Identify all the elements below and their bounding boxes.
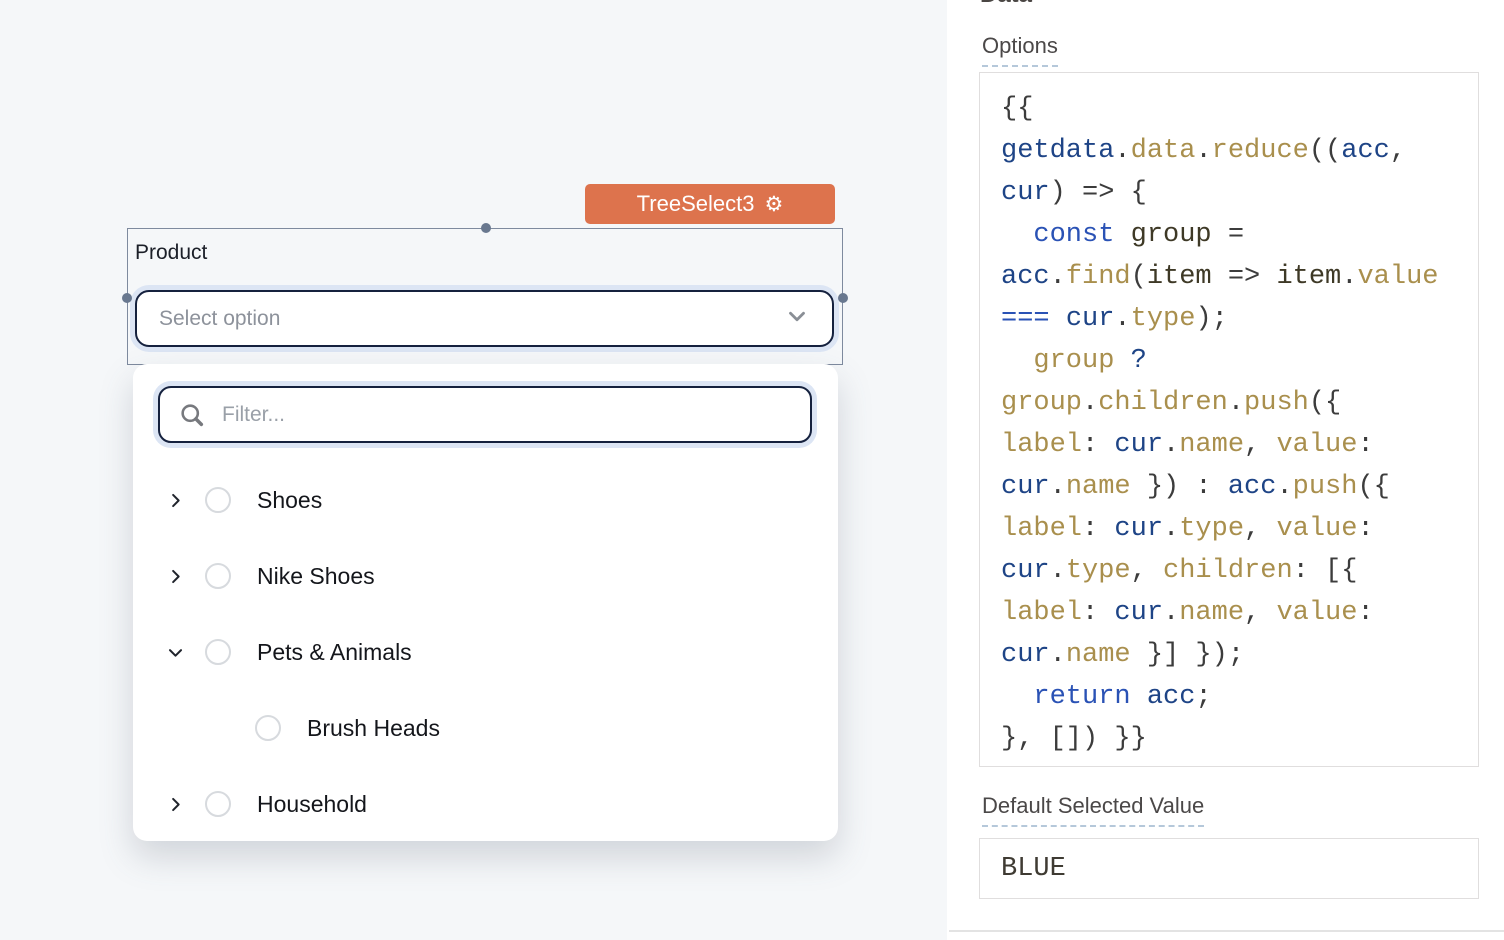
code-line: acc.find(item => item.value (1001, 256, 1457, 298)
resize-handle-right[interactable] (838, 293, 848, 303)
tree-item-pets-animals[interactable]: Pets & Animals (133, 614, 838, 690)
code-line: === cur.type); (1001, 298, 1457, 340)
code-line: cur.type, children: [{ (1001, 550, 1457, 592)
tree-item-label: Pets & Animals (257, 639, 412, 666)
radio-button[interactable] (205, 563, 231, 589)
tree-item-label: Household (257, 791, 367, 818)
tree-item-household[interactable]: Household (133, 766, 838, 842)
chevron-down-icon[interactable] (165, 642, 185, 662)
tree-item-label: Shoes (257, 487, 322, 514)
code-line: getdata.data.reduce((acc, (1001, 130, 1457, 172)
code-line: return acc; (1001, 676, 1457, 718)
section-title-data: Data (980, 0, 1032, 9)
code-line: label: cur.name, value: (1001, 424, 1457, 466)
resize-handle-top[interactable] (481, 223, 491, 233)
code-line: {{ (1001, 88, 1457, 130)
chevron-right-icon[interactable] (165, 490, 185, 510)
app-root: TreeSelect3 ⚙ Product Select option Shoe… (0, 0, 1504, 940)
widget-name-badge[interactable]: TreeSelect3 ⚙ (585, 184, 835, 224)
code-line: cur) => { (1001, 172, 1457, 214)
chevron-right-icon[interactable] (165, 566, 185, 586)
gear-icon[interactable]: ⚙ (764, 194, 783, 215)
treeselect-input[interactable]: Select option (135, 290, 834, 347)
radio-button[interactable] (205, 639, 231, 665)
search-icon (178, 401, 206, 429)
chevron-right-icon[interactable] (165, 794, 185, 814)
code-line: label: cur.name, value: (1001, 592, 1457, 634)
resize-handle-left[interactable] (122, 293, 132, 303)
treeselect-dropdown: Shoes Nike Shoes Pets & Animals Brush Heads… (133, 364, 838, 841)
tree-item-label: Brush Heads (307, 715, 440, 742)
code-line: }, []) }} (1001, 718, 1457, 760)
code-line: cur.name }) : acc.push({ (1001, 466, 1457, 508)
radio-button[interactable] (205, 487, 231, 513)
treeselect-placeholder: Select option (159, 307, 280, 331)
filter-input[interactable] (222, 403, 792, 427)
tree-item-nike-shoes[interactable]: Nike Shoes (133, 538, 838, 614)
code-line: group ? (1001, 340, 1457, 382)
treeselect-field-label: Product (135, 241, 207, 265)
default-selected-value-field[interactable] (979, 838, 1479, 899)
options-code-editor[interactable]: {{getdata.data.reduce((acc,cur) => { con… (979, 72, 1479, 767)
tree-item-brush-heads[interactable]: Brush Heads (133, 690, 838, 766)
radio-button[interactable] (205, 791, 231, 817)
section-divider (949, 930, 1504, 932)
editor-canvas[interactable]: TreeSelect3 ⚙ Product Select option Shoe… (0, 0, 947, 940)
default-selected-value-input[interactable] (1001, 854, 1457, 884)
widget-name-label: TreeSelect3 (637, 191, 755, 217)
radio-button[interactable] (255, 715, 281, 741)
property-panel: Data Options {{getdata.data.reduce((acc,… (949, 0, 1504, 940)
options-property-label: Options (982, 33, 1058, 67)
code-line: cur.name }] }); (1001, 634, 1457, 676)
filter-field[interactable] (158, 386, 812, 443)
code-line: group.children.push({ (1001, 382, 1457, 424)
default-selected-value-label: Default Selected Value (982, 793, 1204, 827)
tree-item-label: Nike Shoes (257, 563, 375, 590)
tree-list: Shoes Nike Shoes Pets & Animals Brush Heads… (133, 462, 838, 842)
code-line: label: cur.type, value: (1001, 508, 1457, 550)
chevron-placeholder (215, 718, 235, 738)
code-line: const group = (1001, 214, 1457, 256)
chevron-down-icon (784, 303, 810, 334)
tree-item-shoes[interactable]: Shoes (133, 462, 838, 538)
